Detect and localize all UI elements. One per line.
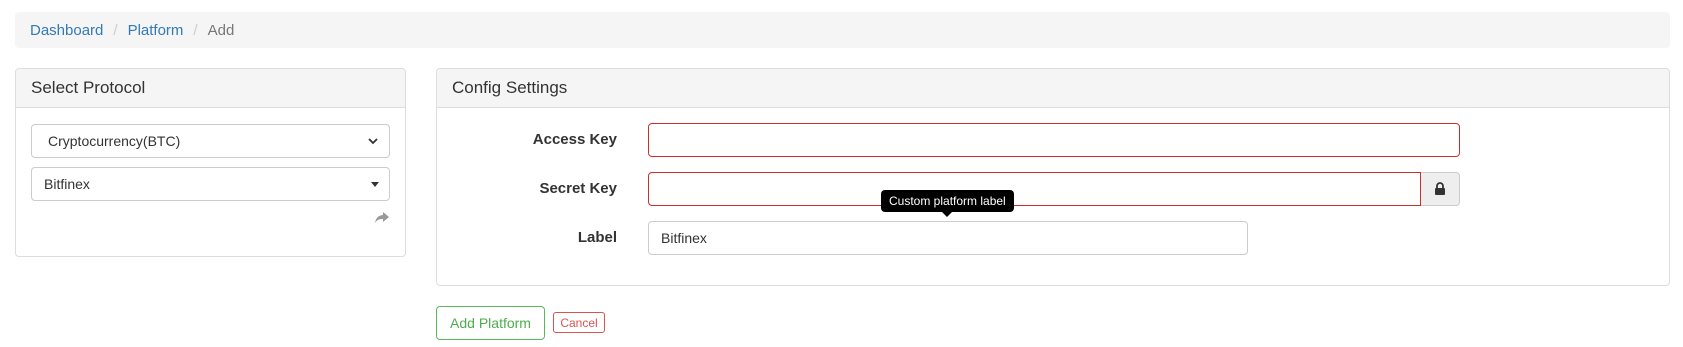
share-arrow-icon[interactable] [374, 211, 390, 225]
breadcrumb-dashboard-link[interactable]: Dashboard [30, 22, 103, 39]
platform-select-value: Bitfinex [44, 176, 90, 192]
secret-key-lock-button[interactable] [1421, 172, 1460, 206]
platform-select[interactable]: Bitfinex [31, 167, 390, 201]
label-field-label: Label [577, 229, 617, 246]
access-key-input[interactable] [648, 123, 1460, 157]
label-input[interactable]: Bitfinex [648, 221, 1248, 255]
secret-key-input[interactable] [648, 172, 1421, 206]
tooltip-arrow [942, 212, 952, 217]
label-tooltip: Custom platform label [881, 190, 1014, 212]
chevron-down-icon [368, 138, 378, 145]
protocol-select-value: Cryptocurrency(BTC) [48, 133, 181, 149]
panel-title: Config Settings [437, 69, 1669, 108]
cancel-button[interactable]: Cancel [553, 312, 605, 333]
breadcrumb: Dashboard / Platform / Add [15, 12, 1670, 48]
add-platform-button[interactable]: Add Platform [436, 306, 545, 340]
lock-icon [1435, 182, 1445, 195]
access-key-label: Access Key [532, 131, 617, 148]
secret-key-label: Secret Key [539, 180, 617, 197]
panel-title: Select Protocol [16, 69, 405, 108]
breadcrumb-separator: / [113, 21, 118, 39]
protocol-select[interactable]: Cryptocurrency(BTC) [31, 124, 390, 158]
breadcrumb-separator: / [193, 21, 198, 39]
caret-down-icon [371, 182, 379, 187]
breadcrumb-platform-link[interactable]: Platform [128, 22, 184, 39]
breadcrumb-current: Add [207, 21, 235, 39]
select-protocol-panel: Select Protocol Cryptocurrency(BTC) Bitf… [15, 68, 406, 257]
config-settings-panel: Config Settings Access Key Secret Key La… [436, 68, 1670, 286]
